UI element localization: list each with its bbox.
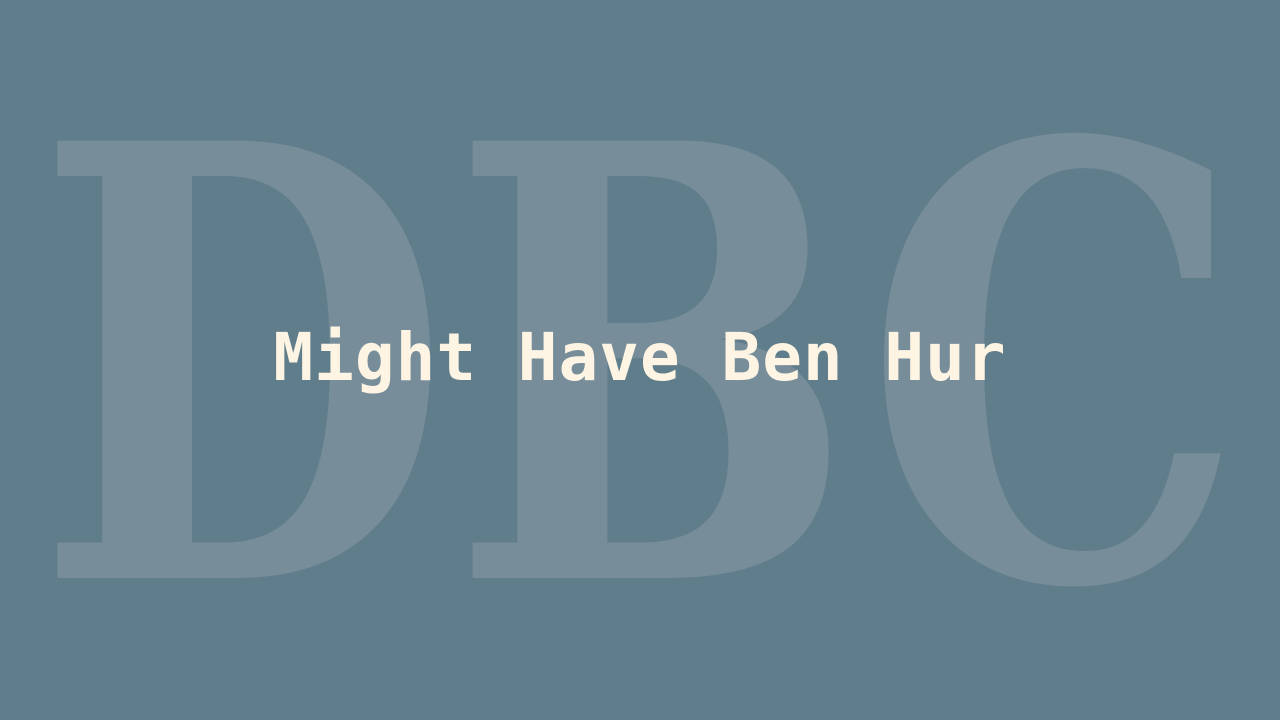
page-title: Might Have Ben Hur (273, 319, 1007, 396)
